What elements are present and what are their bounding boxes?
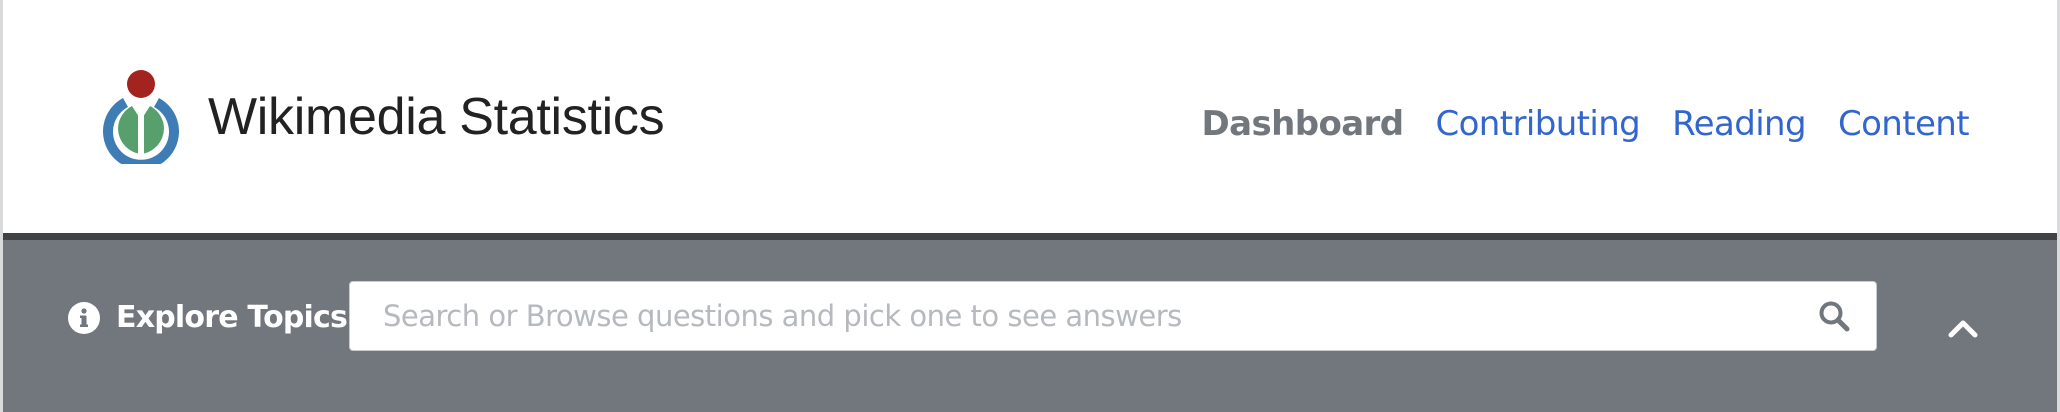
topic-search-input[interactable] xyxy=(350,282,1876,350)
wikimedia-logo-icon xyxy=(103,70,179,164)
nav-contributing[interactable]: Contributing xyxy=(1435,104,1640,144)
chevron-up-icon xyxy=(1948,320,1978,338)
nav-dashboard[interactable]: Dashboard xyxy=(1202,104,1405,144)
collapse-topics-button[interactable] xyxy=(1945,310,1981,346)
site-header: Wikimedia Statistics Dashboard Contribut… xyxy=(3,0,2057,233)
page: Wikimedia Statistics Dashboard Contribut… xyxy=(0,0,2060,412)
explore-topics-label: Explore Topics xyxy=(68,300,348,335)
main-nav: Dashboard Contributing Reading Content xyxy=(1202,104,1970,144)
explore-topics-bar: Explore Topics xyxy=(3,233,2057,412)
nav-content[interactable]: Content xyxy=(1838,104,1970,144)
info-icon xyxy=(68,301,100,334)
search-icon[interactable] xyxy=(1818,300,1850,332)
site-title: Wikimedia Statistics xyxy=(208,88,665,146)
nav-reading[interactable]: Reading xyxy=(1672,104,1806,144)
explore-topics-text: Explore Topics xyxy=(116,300,348,335)
brand[interactable]: Wikimedia Statistics xyxy=(96,70,665,164)
topic-search-box xyxy=(349,281,1877,351)
